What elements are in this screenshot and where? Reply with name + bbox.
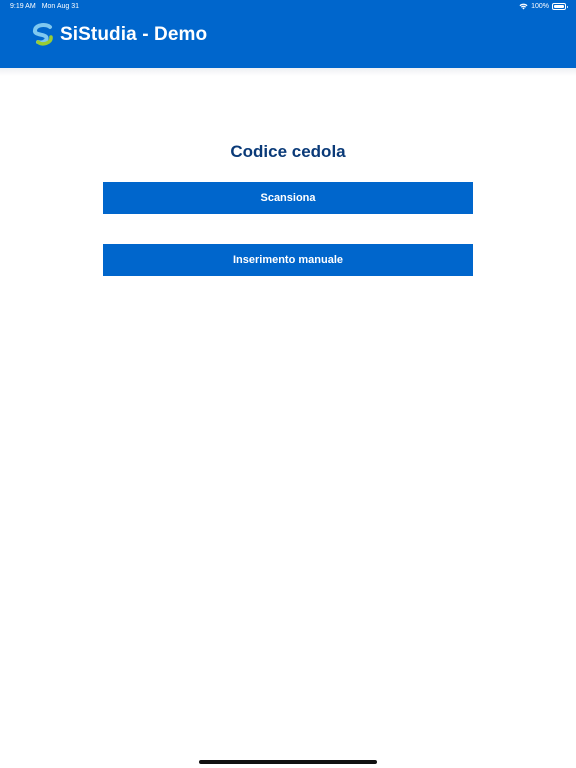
status-time: 9:19 AM xyxy=(10,3,36,10)
home-indicator[interactable] xyxy=(199,760,377,764)
battery-level xyxy=(554,5,564,8)
app-title: SiStudia - Demo xyxy=(60,24,208,45)
status-right: 100% xyxy=(519,3,568,10)
status-bar: 9:19 AM Mon Aug 31 100% xyxy=(0,0,576,14)
header-shadow xyxy=(0,68,576,76)
status-date: Mon Aug 31 xyxy=(41,3,80,10)
brand: SiStudia - Demo xyxy=(30,22,207,48)
battery-percent: 100% xyxy=(531,3,549,10)
sistudia-logo-icon xyxy=(32,23,53,46)
battery-icon xyxy=(552,3,568,10)
scan-button[interactable]: Scansiona xyxy=(103,182,473,214)
wifi-icon xyxy=(519,3,528,10)
page-title: Codice cedola xyxy=(230,142,346,161)
app-header: 9:19 AM Mon Aug 31 100% SiStudia - Demo xyxy=(0,0,576,68)
manual-entry-button[interactable]: Inserimento manuale xyxy=(103,244,473,276)
status-left: 9:19 AM Mon Aug 31 xyxy=(10,3,79,10)
